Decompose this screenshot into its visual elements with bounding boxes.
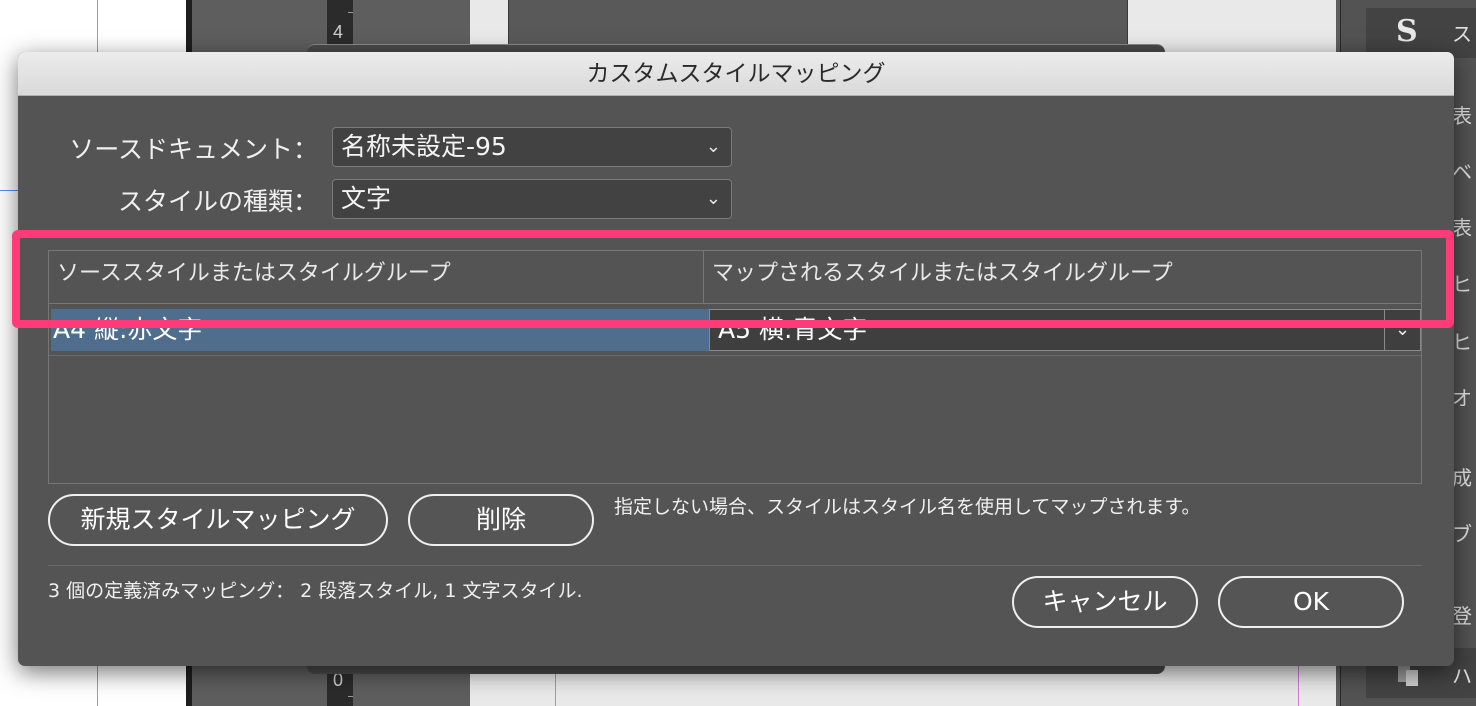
ruler-number: 4 <box>333 22 344 42</box>
chevron-down-icon: ⌄ <box>705 136 721 157</box>
style-type-select[interactable]: 文字 ⌄ <box>332 179 732 219</box>
page-frame <box>508 0 1128 46</box>
source-document-label: ソースドキュメント： <box>69 135 318 164</box>
row-divider <box>49 355 1421 356</box>
panel-label: 表 <box>1452 104 1472 128</box>
panel-label: ヒ <box>1452 330 1472 354</box>
panel-label: 登 <box>1452 604 1472 628</box>
source-document-select[interactable]: 名称未設定-95 ⌄ <box>332 127 732 167</box>
script-s-icon: S <box>1396 14 1418 49</box>
style-type-label: スタイルの種類： <box>117 187 318 216</box>
dialog-title: カスタムスタイルマッピング <box>18 52 1454 96</box>
panel-label: 成 <box>1452 466 1472 490</box>
panel-label: ヒ <box>1452 272 1472 296</box>
panel-label: ス <box>1452 22 1472 46</box>
cancel-button[interactable]: キャンセル <box>1012 576 1198 628</box>
panel-label: オ <box>1452 386 1472 410</box>
ruler-tick <box>348 696 353 697</box>
mapping-summary: 3 個の定義済みマッピング： 2 段落スタイル, 1 文字スタイル. <box>48 580 583 602</box>
panel-label: ハ <box>1452 664 1472 688</box>
chevron-down-icon: ⌄ <box>705 188 721 209</box>
dialog-separator <box>48 565 1422 566</box>
panel-label: ブ <box>1452 522 1472 546</box>
highlight-annotation <box>12 230 1454 328</box>
guide-vertical <box>1298 660 1299 706</box>
delete-button[interactable]: 削除 <box>408 494 594 546</box>
new-style-mapping-button[interactable]: 新規スタイルマッピング <box>48 494 388 546</box>
guide-horizontal <box>0 190 20 191</box>
mapping-hint-text: 指定しない場合、スタイルはスタイル名を使用してマップされます。 <box>614 496 1201 518</box>
style-type-value: 文字 <box>341 184 392 213</box>
custom-style-mapping-dialog: カスタムスタイルマッピング ソースドキュメント： 名称未設定-95 ⌄ スタイル… <box>18 52 1454 666</box>
source-document-value: 名称未設定-95 <box>341 132 507 161</box>
ok-button[interactable]: OK <box>1218 576 1404 628</box>
panel-label: ベ <box>1452 160 1472 184</box>
panel-label: 表 <box>1452 216 1472 240</box>
ruler-tick <box>348 12 353 13</box>
